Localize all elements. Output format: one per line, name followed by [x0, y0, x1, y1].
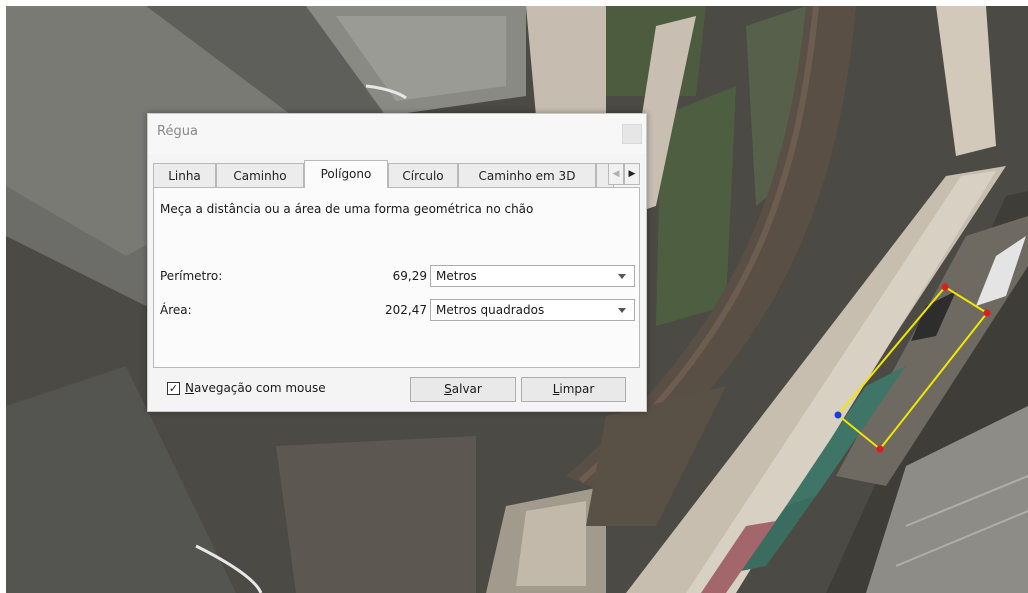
- dialog-title-bar[interactable]: Régua: [148, 114, 646, 154]
- mouse-navigation-label[interactable]: Navegação com mouse: [185, 381, 326, 395]
- label-text: alvar: [451, 382, 482, 396]
- perimeter-unit-select[interactable]: Metros: [430, 265, 635, 287]
- mnemonic: S: [444, 382, 452, 396]
- chevron-down-icon: [618, 308, 626, 313]
- tab-poligono[interactable]: Polígono: [304, 160, 388, 188]
- clear-button[interactable]: Limpar: [521, 377, 626, 402]
- label-text: impar: [559, 382, 595, 396]
- area-unit-select[interactable]: Metros quadrados: [430, 299, 635, 321]
- dialog-title: Régua: [157, 124, 198, 139]
- perimeter-label: Perímetro:: [160, 269, 223, 283]
- label-text: avegação com mouse: [193, 381, 326, 395]
- area-label: Área:: [160, 303, 192, 317]
- mouse-navigation-checkbox[interactable]: ✓: [167, 382, 180, 395]
- mnemonic: N: [185, 381, 194, 395]
- chevron-down-icon: [618, 274, 626, 279]
- tab-circulo[interactable]: Círculo: [388, 163, 458, 187]
- perimeter-unit-value: Metros: [436, 269, 477, 283]
- tab-scroll-left-icon[interactable]: ◀: [608, 163, 624, 185]
- tab-scroll-right-icon[interactable]: ▶: [624, 163, 640, 185]
- polygon-vertex[interactable]: [983, 309, 991, 317]
- tab-caminho-3d[interactable]: Caminho em 3D: [458, 163, 596, 187]
- area-value: 202,47: [385, 303, 427, 317]
- dialog-footer: ✓ Navegação com mouse Salvar Limpar: [148, 372, 646, 410]
- ruler-dialog: Régua Linha Caminho Polígono Círculo Cam…: [147, 113, 647, 412]
- polygon-outline: [836, 285, 989, 451]
- area-unit-value: Metros quadrados: [436, 303, 545, 317]
- polygon-vertex[interactable]: [941, 283, 949, 291]
- tab-linha[interactable]: Linha: [153, 163, 216, 187]
- polygon-vertex-selected[interactable]: [834, 411, 842, 419]
- tab-strip: Linha Caminho Polígono Círculo Caminho e…: [153, 160, 641, 188]
- tab-caminho[interactable]: Caminho: [216, 163, 304, 187]
- save-button[interactable]: Salvar: [410, 377, 516, 402]
- close-button[interactable]: [622, 124, 642, 144]
- perimeter-value: 69,29: [392, 269, 427, 283]
- polygon-vertex[interactable]: [876, 445, 884, 453]
- tab-description: Meça a distância ou a área de uma forma …: [160, 202, 534, 216]
- tab-panel: Meça a distância ou a área de uma forma …: [153, 187, 640, 368]
